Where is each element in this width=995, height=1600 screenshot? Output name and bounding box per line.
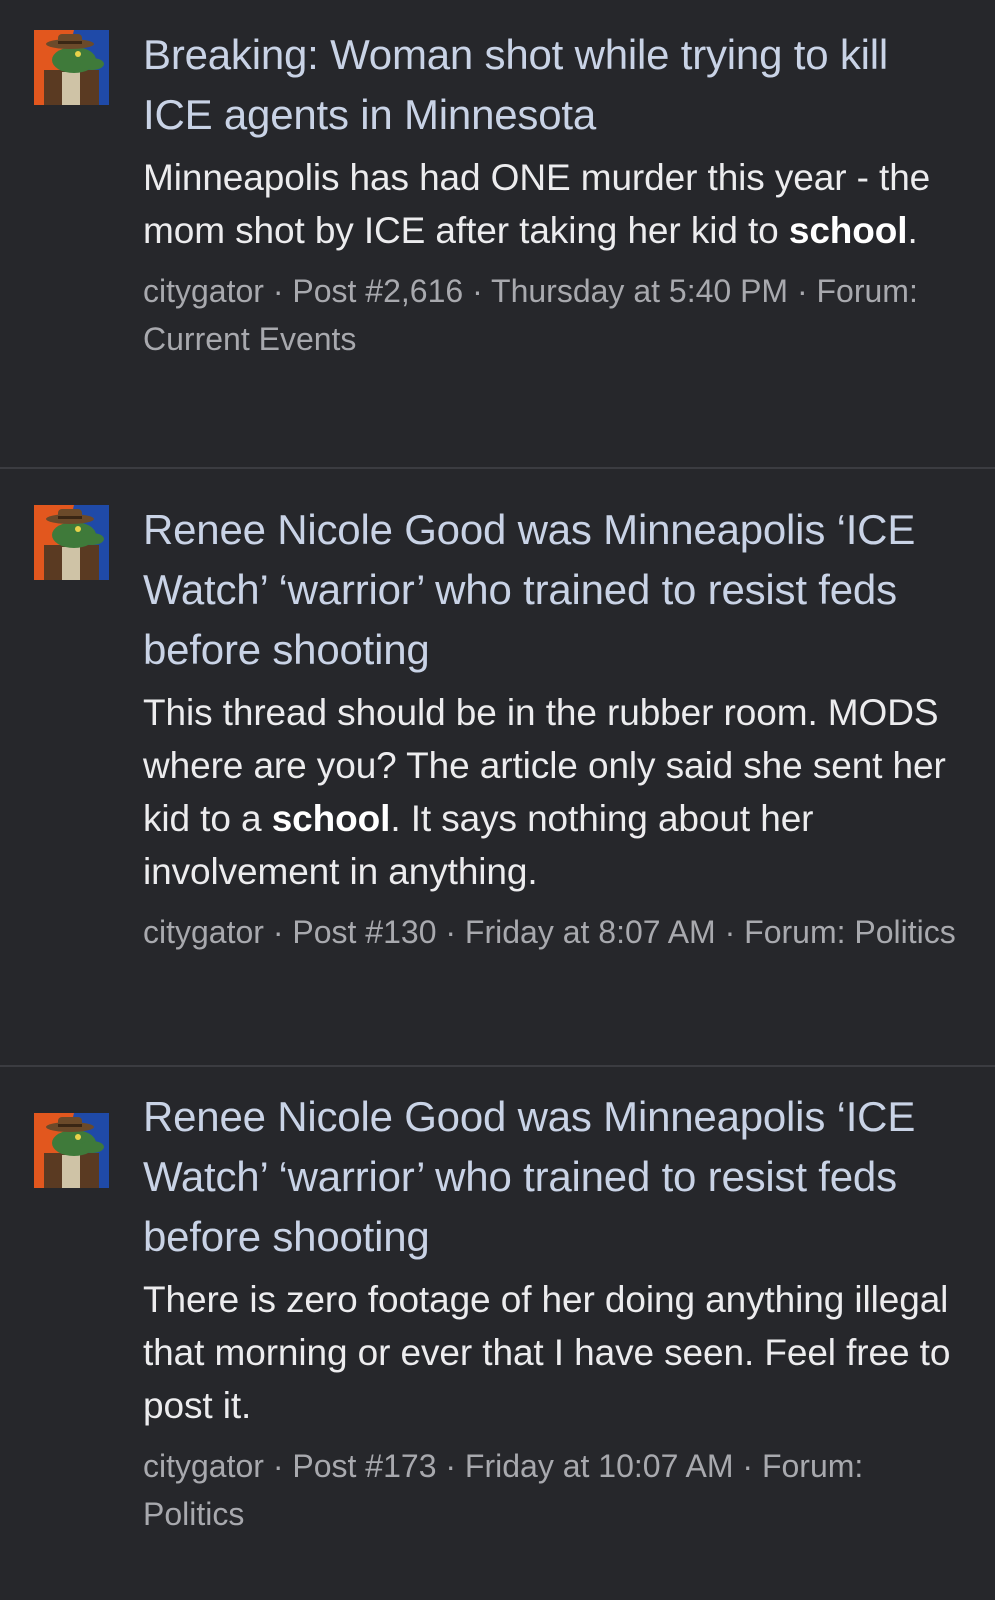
user-avatar[interactable] <box>34 505 109 580</box>
meta-separator: · <box>742 1448 754 1484</box>
post-time: Friday at 10:07 AM <box>464 1448 734 1484</box>
meta-separator: · <box>724 914 736 950</box>
search-highlight: school <box>788 210 908 251</box>
post-meta: citygator · Post #130 · Friday at 8:07 A… <box>143 908 965 956</box>
post-number-link[interactable]: Post #130 <box>292 914 436 950</box>
thread-title-link[interactable]: Renee Nicole Good was Minneapolis ‘ICE W… <box>143 500 965 680</box>
alligator-fedora-avatar-icon <box>34 30 109 105</box>
result-body: Renee Nicole Good was Minneapolis ‘ICE W… <box>143 1087 965 1538</box>
user-avatar[interactable] <box>34 30 109 105</box>
post-time: Thursday at 5:40 PM <box>491 273 789 309</box>
result-body: Breaking: Woman shot while trying to kil… <box>143 25 965 363</box>
result-body: Renee Nicole Good was Minneapolis ‘ICE W… <box>143 500 965 956</box>
user-avatar[interactable] <box>34 1113 109 1188</box>
forum-link[interactable]: Current Events <box>143 321 356 357</box>
search-highlight: school <box>271 798 391 839</box>
author-link[interactable]: citygator <box>143 1448 264 1484</box>
thread-title-link[interactable]: Renee Nicole Good was Minneapolis ‘ICE W… <box>143 1087 965 1267</box>
post-meta: citygator · Post #173 · Friday at 10:07 … <box>143 1442 965 1538</box>
post-number-link[interactable]: Post #2,616 <box>292 273 463 309</box>
meta-separator: · <box>445 914 457 950</box>
search-result: Breaking: Woman shot while trying to kil… <box>0 0 995 468</box>
post-meta: citygator · Post #2,616 · Thursday at 5:… <box>143 267 965 363</box>
search-result: Renee Nicole Good was Minneapolis ‘ICE W… <box>0 1067 995 1600</box>
thread-title-link[interactable]: Breaking: Woman shot while trying to kil… <box>143 25 965 145</box>
forum-link[interactable]: Politics <box>854 914 955 950</box>
author-link[interactable]: citygator <box>143 273 264 309</box>
author-link[interactable]: citygator <box>143 914 264 950</box>
search-result: Renee Nicole Good was Minneapolis ‘ICE W… <box>0 469 995 1066</box>
post-snippet: This thread should be in the rubber room… <box>143 686 965 898</box>
meta-separator: · <box>272 273 284 309</box>
alligator-fedora-avatar-icon <box>34 1113 109 1188</box>
meta-separator: · <box>272 914 284 950</box>
post-snippet: There is zero footage of her doing anyth… <box>143 1273 965 1432</box>
meta-separator: · <box>796 273 808 309</box>
alligator-fedora-avatar-icon <box>34 505 109 580</box>
snippet-text: There is zero footage of her doing anyth… <box>143 1279 951 1426</box>
meta-separator: · <box>472 273 483 309</box>
meta-separator: · <box>272 1448 284 1484</box>
forum-link[interactable]: Politics <box>143 1496 244 1532</box>
forum-label: Forum: <box>816 273 918 309</box>
meta-separator: · <box>445 1448 457 1484</box>
post-time: Friday at 8:07 AM <box>464 914 716 950</box>
post-number-link[interactable]: Post #173 <box>292 1448 436 1484</box>
snippet-text: . <box>907 210 918 251</box>
post-snippet: Minneapolis has had ONE murder this year… <box>143 151 965 257</box>
forum-label: Forum: <box>744 914 846 950</box>
forum-label: Forum: <box>761 1448 864 1484</box>
